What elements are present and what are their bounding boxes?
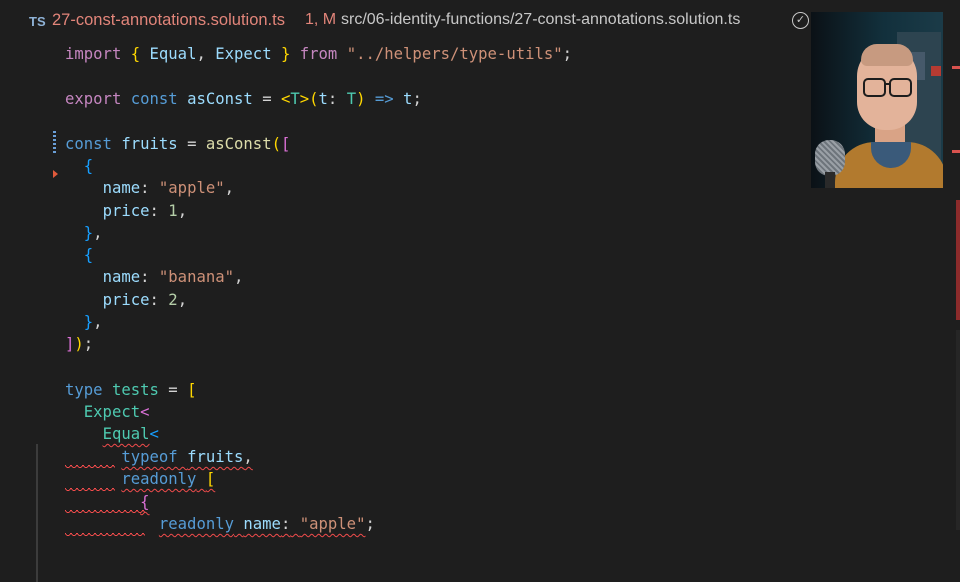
- code-line: readonly [: [121, 470, 216, 488]
- code-line: {: [83, 157, 94, 175]
- code-line: Expect<: [83, 403, 150, 421]
- file-status-badge: 1, M: [305, 11, 337, 28]
- indent-guide: [36, 444, 38, 582]
- background-object: [931, 66, 941, 76]
- code-line: },: [83, 224, 103, 242]
- scrollbar-track-lower: [956, 330, 960, 530]
- microphone-stand: [825, 172, 835, 188]
- code-line: price: 1,: [102, 202, 188, 220]
- code-line: type tests = [: [65, 381, 197, 399]
- code-line: const fruits = asConst([: [65, 135, 291, 153]
- code-line: {: [83, 246, 94, 264]
- breadcrumb-path[interactable]: src/06-identity-functions/27-const-annot…: [341, 11, 740, 29]
- scrollbar-thumb[interactable]: [956, 200, 960, 320]
- folding-marker-icon[interactable]: [53, 170, 58, 178]
- modified-line-indicator: [53, 131, 56, 153]
- glasses-icon: [863, 78, 886, 97]
- code-line: import { Equal, Expect } from "../helper…: [65, 45, 573, 63]
- code-line: ]);: [65, 335, 94, 353]
- glasses-icon: [889, 78, 912, 97]
- check-circle-icon[interactable]: ✓: [792, 12, 809, 29]
- active-file-tab[interactable]: 27-const-annotations.solution.ts: [52, 11, 285, 30]
- error-squiggle: [65, 533, 145, 537]
- scrollbar-error-marker: [952, 150, 960, 153]
- code-line: name: "banana",: [102, 268, 244, 286]
- microphone-icon: [815, 140, 845, 176]
- code-line: readonly name: "apple";: [158, 515, 375, 533]
- code-line: price: 2,: [102, 291, 188, 309]
- typescript-file-icon: TS: [29, 14, 46, 29]
- glasses-bridge: [885, 83, 891, 85]
- code-line: Equal<: [102, 425, 159, 443]
- scrollbar-error-marker: [952, 66, 960, 69]
- code-line: },: [83, 313, 103, 331]
- code-line: name: "apple",: [102, 179, 235, 197]
- webcam-overlay: [811, 12, 943, 188]
- code-line: export const asConst = <T>(t: T) => t;: [65, 90, 422, 108]
- presenter-hair: [861, 44, 913, 66]
